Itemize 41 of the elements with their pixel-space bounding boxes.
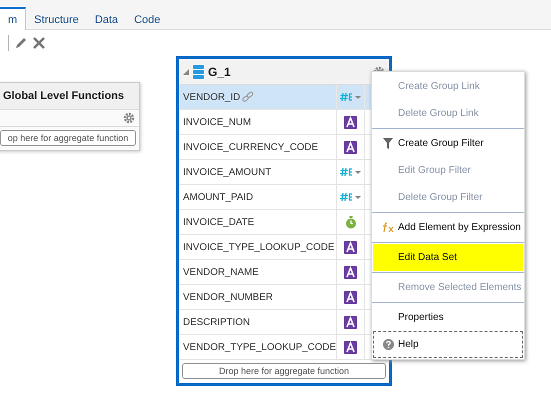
aggregate-drop-zone[interactable]: op here for aggregate function — [0, 130, 136, 146]
tab[interactable]: Code — [126, 7, 168, 30]
date-type-icon[interactable] — [344, 216, 356, 228]
text-type-icon[interactable] — [344, 340, 357, 354]
help-icon — [382, 339, 394, 350]
element-name: DESCRIPTION — [183, 316, 250, 328]
group-title: G_1 — [208, 64, 231, 78]
menu-item[interactable]: Help — [373, 331, 523, 358]
settings-icon[interactable] — [123, 112, 135, 124]
panel-title: Global Level Functions — [0, 83, 139, 110]
tab[interactable]: Structure — [26, 7, 87, 30]
element-name: INVOICE_TYPE_LOOKUP_CODE — [183, 242, 334, 252]
element-name: INVOICE_AMOUNT — [183, 166, 272, 178]
element-name: AMOUNT_PAID — [183, 192, 254, 202]
element-name: VENDOR_NAME — [183, 266, 259, 278]
tab[interactable]: Data — [86, 7, 126, 30]
element-name: VENDOR_ID — [183, 92, 240, 102]
text-type-icon[interactable] — [344, 240, 357, 254]
element-name: INVOICE_CURRENCY_CODE — [183, 142, 318, 152]
text-type-icon[interactable] — [344, 140, 357, 154]
element-name: INVOICE_DATE — [183, 216, 254, 228]
number-type-icon[interactable] — [340, 167, 362, 177]
number-type-icon[interactable] — [340, 192, 362, 202]
text-type-icon[interactable] — [344, 290, 357, 304]
filter-icon — [383, 138, 393, 149]
text-type-icon[interactable] — [344, 316, 357, 328]
menu-item[interactable]: Add Element by Expression — [373, 214, 523, 241]
element-name: VENDOR_NUMBER — [183, 292, 273, 302]
menu-item[interactable]: Edit Data Set — [373, 244, 523, 271]
element-name: INVOICE_NUM — [183, 116, 252, 128]
database-icon — [193, 64, 204, 78]
aggregate-drop-zone[interactable]: Drop here for aggregate function — [182, 363, 386, 379]
text-type-icon[interactable] — [344, 116, 357, 128]
number-type-icon[interactable] — [340, 92, 362, 102]
text-type-icon[interactable] — [344, 266, 357, 278]
element-name: VENDOR_TYPE_LOOKUP_CODE — [183, 342, 336, 352]
function-icon — [382, 222, 394, 233]
close-icon[interactable] — [33, 37, 45, 49]
pencil-icon[interactable] — [15, 37, 27, 49]
tab[interactable]: m — [0, 7, 26, 30]
collapse-icon[interactable] — [183, 68, 189, 74]
